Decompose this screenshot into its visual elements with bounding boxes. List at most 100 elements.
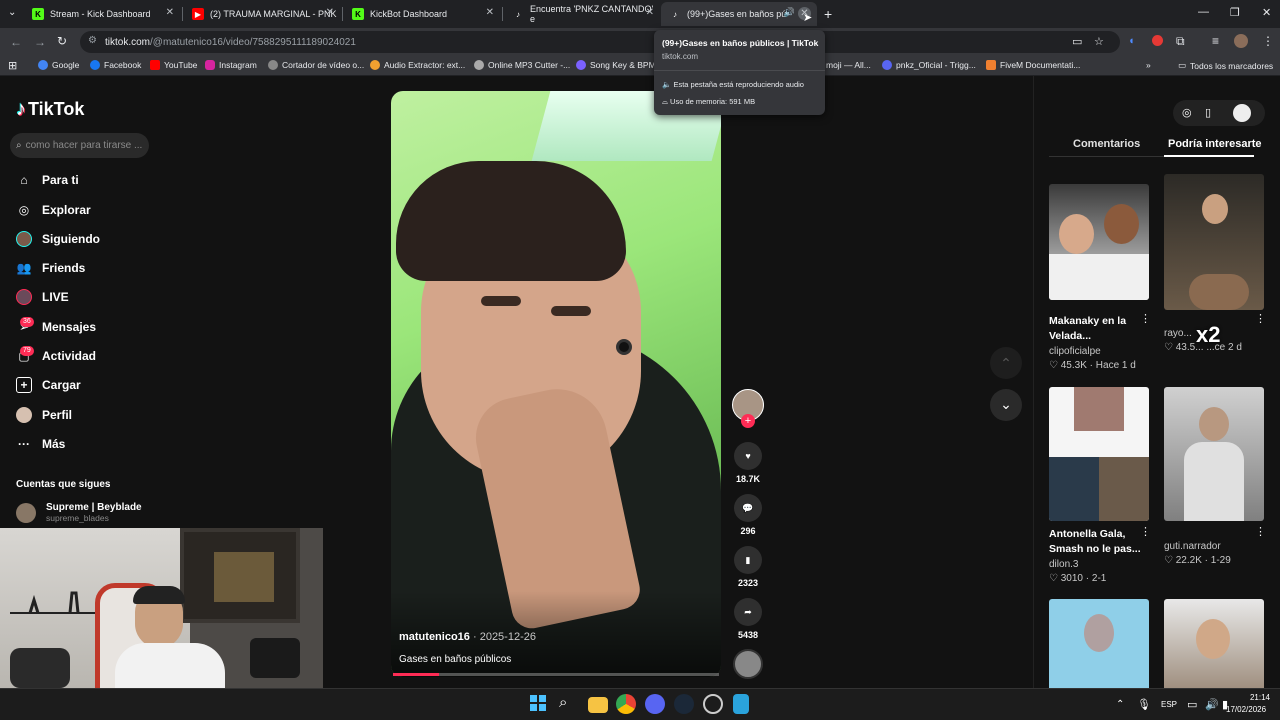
bookmarks-overflow[interactable]: » — [1146, 60, 1151, 70]
tab-kickbot[interactable]: K KickBot Dashboard ✕ — [344, 2, 500, 26]
bookmark-instagram[interactable]: Instagram — [205, 60, 257, 70]
clock-time[interactable]: 21:14 — [1242, 693, 1270, 702]
next-video-button[interactable]: ⌄ — [990, 389, 1022, 421]
close-icon[interactable]: ✕ — [486, 7, 494, 18]
recommended-thumbnail[interactable] — [1049, 184, 1149, 300]
user-avatar[interactable] — [1233, 104, 1251, 122]
video-player[interactable] — [391, 91, 721, 677]
card-more-icon[interactable]: ⋮ — [1255, 525, 1266, 538]
video-progress-track[interactable] — [393, 673, 719, 676]
phone-icon[interactable]: ▯ — [1205, 106, 1211, 119]
maximize-button[interactable]: ❐ — [1230, 6, 1240, 19]
close-icon[interactable]: ✕ — [326, 7, 334, 18]
volume-icon[interactable]: 🔊 — [1205, 698, 1219, 711]
bookmark-youtube[interactable]: YouTube — [150, 60, 197, 70]
apps-icon[interactable]: ⊞ — [8, 59, 17, 72]
url-text[interactable]: tiktok.com/@matutenico16/video/758829511… — [105, 37, 356, 48]
nav-for-you[interactable]: ⌂ Para ti — [16, 172, 78, 188]
card-author[interactable]: rayo... — [1164, 328, 1192, 339]
save-button[interactable]: ▮ 2323 — [733, 546, 763, 588]
card-author[interactable]: dilon.3 — [1049, 559, 1078, 570]
network-icon[interactable]: ▭ — [1187, 698, 1197, 711]
bookmark-star-icon[interactable]: ☆ — [1094, 35, 1104, 48]
recommended-thumbnail[interactable] — [1049, 599, 1149, 688]
nav-upload[interactable]: + Cargar — [16, 377, 81, 393]
bookmark-cutter[interactable]: Cortador de vídeo o... — [268, 60, 364, 70]
window-close-button[interactable]: ✕ — [1262, 6, 1271, 19]
bookmark-google[interactable]: Google — [38, 60, 79, 70]
recommended-thumbnail[interactable] — [1164, 174, 1264, 310]
bookmark-fivem[interactable]: FiveM Documentati... — [986, 60, 1080, 70]
all-bookmarks-folder[interactable]: ▭ Todos los marcadores — [1178, 60, 1273, 71]
obs-icon[interactable] — [703, 694, 723, 714]
extensions-puzzle-icon[interactable]: ⧉ — [1176, 34, 1185, 49]
card-author[interactable]: clipoficialpe — [1049, 346, 1101, 357]
menu-icon[interactable]: ⋮ — [1262, 34, 1274, 48]
card-author[interactable]: guti.narrador — [1164, 541, 1221, 552]
clock-date[interactable]: 17/02/2026 — [1226, 705, 1266, 714]
discord-icon[interactable] — [645, 694, 665, 714]
prev-video-button[interactable]: ⌃ — [990, 347, 1022, 379]
sound-disc-icon[interactable] — [733, 649, 763, 679]
search-input[interactable]: ⌕ como hacer para tirarse ... — [10, 133, 149, 158]
bookmark-facebook[interactable]: Facebook — [90, 60, 141, 70]
tiktok-logo[interactable]: ♪ TikTok — [16, 98, 84, 121]
nav-live[interactable]: LIVE — [16, 289, 69, 305]
chrome-icon[interactable] — [616, 694, 636, 714]
new-tab-button[interactable]: + — [824, 6, 832, 22]
tab-tiktok-active[interactable]: ♪ (99+)Gases en baños públic 🔊 ✕ — [661, 2, 817, 26]
language-indicator[interactable]: ESP — [1161, 700, 1177, 709]
forward-button[interactable]: → — [34, 35, 46, 49]
nav-more[interactable]: ··· Más — [16, 436, 65, 452]
card-title[interactable]: Antonella Gala, Smash no le pas... — [1049, 527, 1141, 557]
bookmark-mp3-cutter[interactable]: Online MP3 Cutter -... — [474, 60, 570, 70]
bookmark-audio-extractor[interactable]: Audio Extractor: ext... — [370, 60, 465, 70]
card-title[interactable]: Makanaky en la Velada... — [1049, 314, 1141, 344]
share-button[interactable]: ➦ 5438 — [733, 598, 763, 640]
nav-following[interactable]: Siguiendo — [16, 231, 100, 247]
video-author[interactable]: matutenico16 — [399, 631, 470, 643]
recommended-thumbnail[interactable] — [1049, 387, 1149, 521]
reload-button[interactable]: ↻ — [57, 34, 67, 48]
microphone-icon[interactable]: 🎙 — [1137, 698, 1151, 711]
recommended-thumbnail[interactable] — [1164, 599, 1264, 688]
like-button[interactable]: ♥ 18.7K — [733, 442, 763, 484]
close-icon[interactable]: ✕ — [646, 7, 654, 18]
back-button[interactable]: ← — [10, 35, 22, 49]
following-account[interactable]: Supreme | Beyblade supreme_blades — [16, 502, 142, 523]
cast-icon[interactable]: ▭ — [1072, 35, 1082, 48]
follow-plus-button[interactable]: + — [741, 414, 755, 428]
tab-tiktok-search[interactable]: ♪ Encuentra 'PNKZ CANTANDO' e ✕ — [504, 2, 660, 26]
nav-friends[interactable]: 👥 Friends — [16, 260, 86, 276]
tab-comments[interactable]: Comentarios — [1073, 138, 1140, 150]
card-more-icon[interactable]: ⋮ — [1140, 525, 1151, 538]
tray-chevron-icon[interactable]: ⌃ — [1116, 699, 1124, 710]
tab-recommended[interactable]: Podría interesarte — [1168, 138, 1262, 150]
taskbar-search-icon[interactable]: ⌕ — [559, 694, 567, 711]
tab-kick-dashboard[interactable]: K Stream - Kick Dashboard ✕ — [24, 2, 180, 26]
recommended-thumbnail[interactable] — [1164, 387, 1264, 521]
file-explorer-icon[interactable] — [588, 697, 608, 713]
site-info-icon[interactable]: ⚙ — [88, 35, 97, 46]
coin-icon[interactable]: ◎ — [1182, 106, 1192, 119]
card-more-icon[interactable]: ⋮ — [1140, 312, 1151, 325]
nav-profile[interactable]: Perfil — [16, 407, 72, 423]
tab-search-icon[interactable]: ⌄ — [8, 7, 16, 18]
tab-youtube[interactable]: ▶ (2) TRAUMA MARGINAL - PNK ✕ — [184, 2, 340, 26]
start-icon[interactable] — [529, 694, 549, 714]
comment-button[interactable]: 💬 296 — [733, 494, 763, 536]
bookmark-song-key[interactable]: Song Key & BPM F — [576, 60, 663, 70]
nav-explore[interactable]: ◎ Explorar — [16, 202, 91, 218]
media-control-icon[interactable]: ≡ — [1212, 34, 1219, 48]
steam-icon[interactable] — [674, 694, 694, 714]
profile-avatar[interactable] — [1234, 34, 1248, 48]
bookmark-emoji[interactable]: moji — All... — [826, 60, 871, 70]
speaker-icon[interactable]: 🔊 — [784, 7, 795, 18]
bookmark-pnkz[interactable]: pnkz_Oficial - Trigg... — [882, 60, 976, 70]
extension-red-icon[interactable] — [1152, 35, 1163, 46]
extension-icon[interactable]: ◖ — [1128, 35, 1135, 47]
minimize-button[interactable]: — — [1198, 6, 1209, 18]
notepad-icon[interactable] — [733, 694, 749, 714]
card-more-icon[interactable]: ⋮ — [1255, 312, 1266, 325]
close-icon[interactable]: ✕ — [166, 7, 174, 18]
